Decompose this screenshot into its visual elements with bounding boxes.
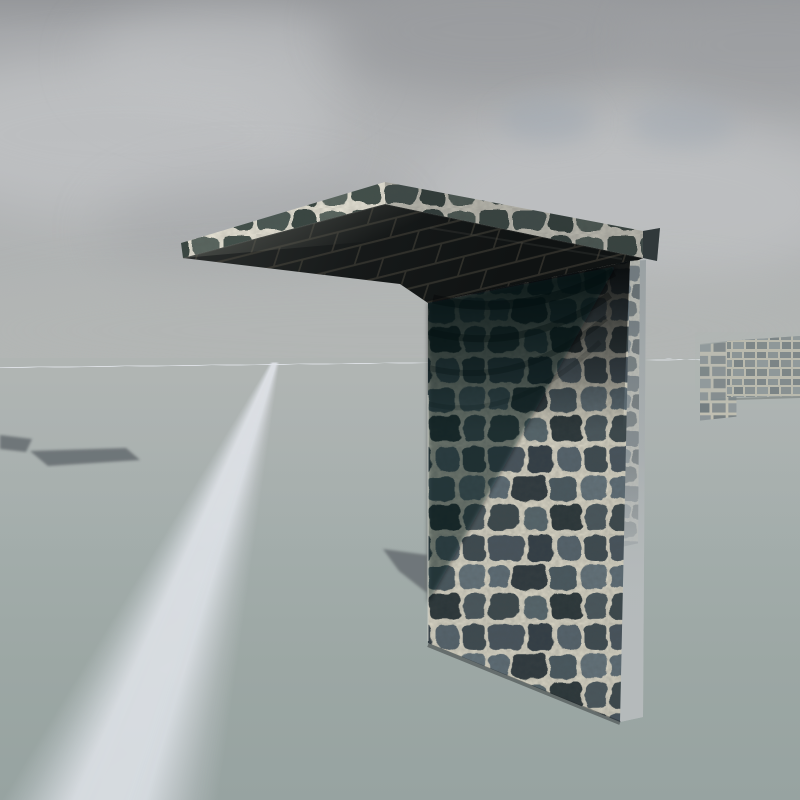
ground-shadow-patches	[0, 435, 427, 593]
scene-geometry	[0, 0, 800, 800]
ground-shadow-patch	[383, 549, 427, 593]
ground-shadow-patch	[30, 448, 140, 466]
3d-viewport[interactable]	[0, 0, 800, 800]
distant-stone-wall[interactable]	[695, 332, 800, 421]
ground-shadow-patch	[0, 435, 32, 452]
cantilever-stone-structure[interactable]	[181, 182, 660, 723]
